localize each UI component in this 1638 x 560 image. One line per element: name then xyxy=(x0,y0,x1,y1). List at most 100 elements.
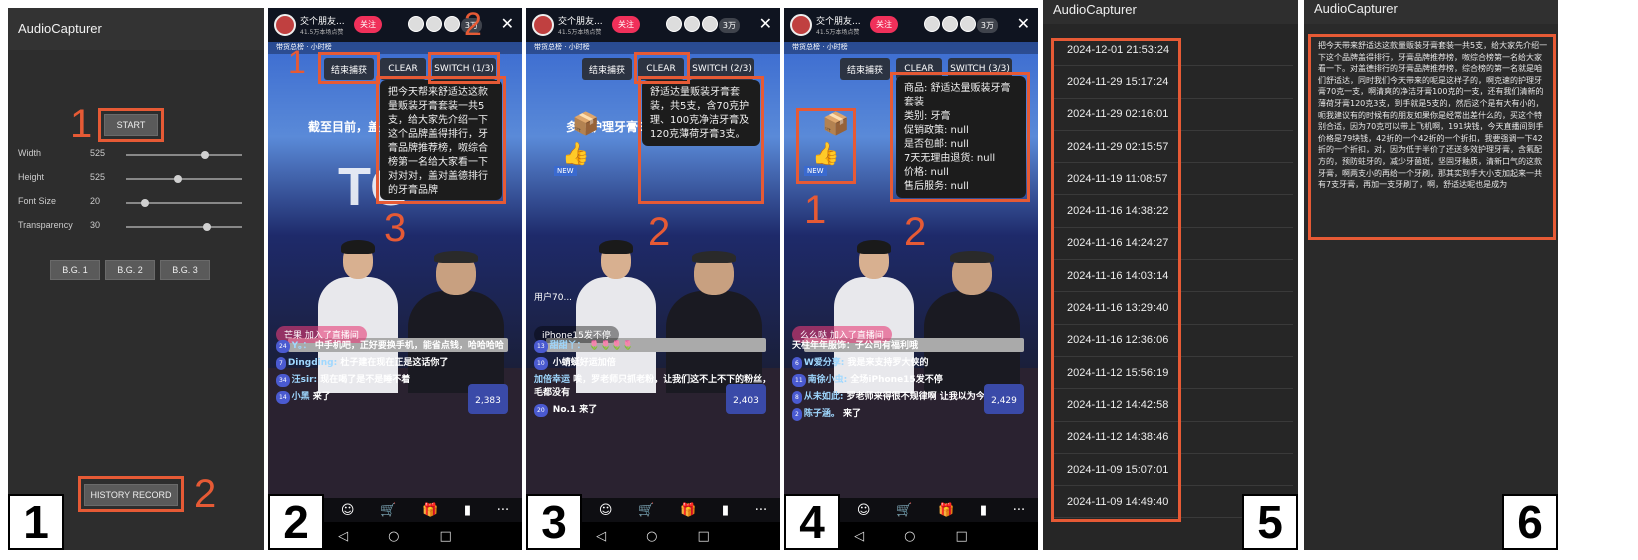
gift-icon[interactable]: 🎁 xyxy=(422,503,438,518)
more-icon[interactable]: ··· xyxy=(755,503,767,518)
recent-apps-icon[interactable]: □ xyxy=(956,529,968,544)
slider-font-size[interactable]: Font Size 20 xyxy=(18,196,254,210)
chat-nickname: 小黑 xyxy=(291,392,310,402)
chat-nickname: W爱分享: xyxy=(803,358,845,368)
chat-message: 天柱年年服饰：子公司有福利哦 xyxy=(792,340,1030,353)
chat-list: 天柱年年服饰：子公司有福利哦 6 W爱分享: 我是来支持罗大侠的 11 南徐小虫: 全场… xyxy=(784,336,1038,498)
close-icon[interactable]: ✕ xyxy=(1017,14,1030,33)
new-tag: NEW xyxy=(554,166,577,176)
close-icon[interactable]: ✕ xyxy=(501,14,514,33)
more-icon[interactable]: ··· xyxy=(1013,503,1025,518)
chat-text: No.1 来了 xyxy=(552,405,598,415)
slider-track[interactable] xyxy=(126,178,242,180)
bg1-button[interactable]: B.G. 1 xyxy=(50,260,100,280)
back-icon[interactable]: ◁ xyxy=(596,529,606,544)
marker-2: 2 xyxy=(464,8,482,42)
slider-track[interactable] xyxy=(126,154,242,156)
slider-handle[interactable] xyxy=(140,199,149,207)
ticket-count[interactable]: 2,383 xyxy=(468,384,508,414)
chat-nickname: 陈子涵。 xyxy=(803,409,840,419)
panel-number: 1 xyxy=(8,494,64,550)
audiocapturer-control-panel: AudioCapturer START 1 Width 525 Height 525 F… xyxy=(8,8,264,550)
host-avatar[interactable] xyxy=(790,14,812,36)
emoji-icon[interactable]: ☺ xyxy=(341,503,355,518)
app-title: AudioCapturer xyxy=(1304,0,1558,24)
slider-handle[interactable] xyxy=(174,175,183,183)
chat-message: 10 小蜻蜓好运加倍 xyxy=(534,357,772,370)
phone-screen-switch-1: TO 截至目前，盖得排行 交个朋友... 41.5万本场点赞 关注 3万 ✕ 带货… xyxy=(268,8,522,550)
chat-message: 6 W爱分享: 我是来支持罗大侠的 xyxy=(792,357,1030,370)
chat-text: 我是来支持罗大侠的 xyxy=(847,358,929,368)
end-capture-button[interactable]: 结束捕获 xyxy=(582,58,632,80)
follow-button[interactable]: 关注 xyxy=(612,16,640,33)
phone-screen-switch-2: 多效护理牙膏30 交个朋友... 41.5万本场点赞 关注 3万 ✕ 带货总榜 ·… xyxy=(526,8,780,550)
chat-nickname: 甜甜丫： xyxy=(549,341,586,351)
follow-button[interactable]: 关注 xyxy=(870,16,898,33)
home-icon[interactable]: ○ xyxy=(646,529,657,544)
cart-icon[interactable]: 🛒 xyxy=(896,503,912,518)
highlight-popup xyxy=(376,76,506,204)
home-icon[interactable]: ○ xyxy=(388,529,399,544)
slider-value: 525 xyxy=(90,172,106,182)
home-icon[interactable]: ○ xyxy=(904,529,915,544)
emoji-icon[interactable]: ☺ xyxy=(857,503,871,518)
slider-handle[interactable] xyxy=(200,151,209,159)
viewer-count: 3万 xyxy=(718,18,740,33)
slider-track[interactable] xyxy=(126,226,242,228)
chat-text: 中手机吧，正好要换手机，能省点钱，哈哈哈哈 xyxy=(314,341,504,351)
bg2-button[interactable]: B.G. 2 xyxy=(105,260,155,280)
rank-bar[interactable]: 带货总榜 · 小时榜 xyxy=(784,42,1038,54)
slider-value: 30 xyxy=(90,220,101,230)
ticket-count[interactable]: 2,403 xyxy=(726,384,766,414)
viewer-count: 3万 xyxy=(976,18,998,33)
highlight-start xyxy=(98,108,164,142)
ticket-count[interactable]: 2,429 xyxy=(984,384,1024,414)
highlight-stickers xyxy=(796,108,856,184)
slider-height[interactable]: Height 525 xyxy=(18,172,254,186)
cart-icon[interactable]: 🛒 xyxy=(638,503,654,518)
panel-number: 3 xyxy=(526,494,582,550)
chat-text: 天柱年年服饰：子公司有福利哦 xyxy=(792,341,919,351)
slider-label: Height xyxy=(18,172,45,182)
level-badge: 20 xyxy=(534,404,548,417)
cart-icon[interactable]: 🛒 xyxy=(380,503,396,518)
gift-icon[interactable]: 🎁 xyxy=(938,503,954,518)
slider-width[interactable]: Width 525 xyxy=(18,148,254,162)
live-top-bar: 交个朋友... 41.5万本场点赞 关注 3万 ✕ xyxy=(526,8,780,42)
back-icon[interactable]: ◁ xyxy=(338,529,348,544)
level-badge: 6 xyxy=(792,357,802,370)
level-badge: 34 xyxy=(276,374,290,387)
bag-icon[interactable]: ▮ xyxy=(980,503,987,518)
viewer-avatars xyxy=(666,16,726,34)
chat-text: 来了 xyxy=(312,392,331,402)
slider-transparency[interactable]: Transparency 30 xyxy=(18,220,254,234)
more-icon[interactable]: ··· xyxy=(497,503,509,518)
close-icon[interactable]: ✕ xyxy=(759,14,772,33)
host-avatar[interactable] xyxy=(532,14,554,36)
end-capture-button[interactable]: 结束捕获 xyxy=(840,58,890,80)
host-avatar[interactable] xyxy=(274,14,296,36)
bag-icon[interactable]: ▮ xyxy=(722,503,729,518)
host-name: 交个朋友... 41.5万本场点赞 xyxy=(816,17,861,36)
chat-nickname: 加倍幸运 xyxy=(534,375,571,385)
follow-button[interactable]: 关注 xyxy=(354,16,382,33)
recent-apps-icon[interactable]: □ xyxy=(440,529,452,544)
gift-icon[interactable]: 🎁 xyxy=(680,503,696,518)
panel-number: 5 xyxy=(1242,494,1298,550)
emoji-icon[interactable]: ☺ xyxy=(599,503,613,518)
back-icon[interactable]: ◁ xyxy=(854,529,864,544)
recent-apps-icon[interactable]: □ xyxy=(698,529,710,544)
level-badge: 11 xyxy=(792,374,806,387)
slider-label: Transparency xyxy=(18,220,73,230)
app-title: AudioCapturer xyxy=(1043,0,1298,24)
chat-text: 来了 xyxy=(842,409,861,419)
bg3-button[interactable]: B.G. 3 xyxy=(160,260,210,280)
chat-nickname: 从未如此: xyxy=(803,392,844,402)
slider-handle[interactable] xyxy=(203,223,212,231)
marker-1: 1 xyxy=(70,102,93,146)
bag-icon[interactable]: ▮ xyxy=(464,503,471,518)
level-badge: 10 xyxy=(534,357,548,370)
level-badge: 8 xyxy=(792,391,802,404)
slider-value: 525 xyxy=(90,148,106,158)
chat-text: 小蜻蜓好运加倍 xyxy=(552,358,616,368)
